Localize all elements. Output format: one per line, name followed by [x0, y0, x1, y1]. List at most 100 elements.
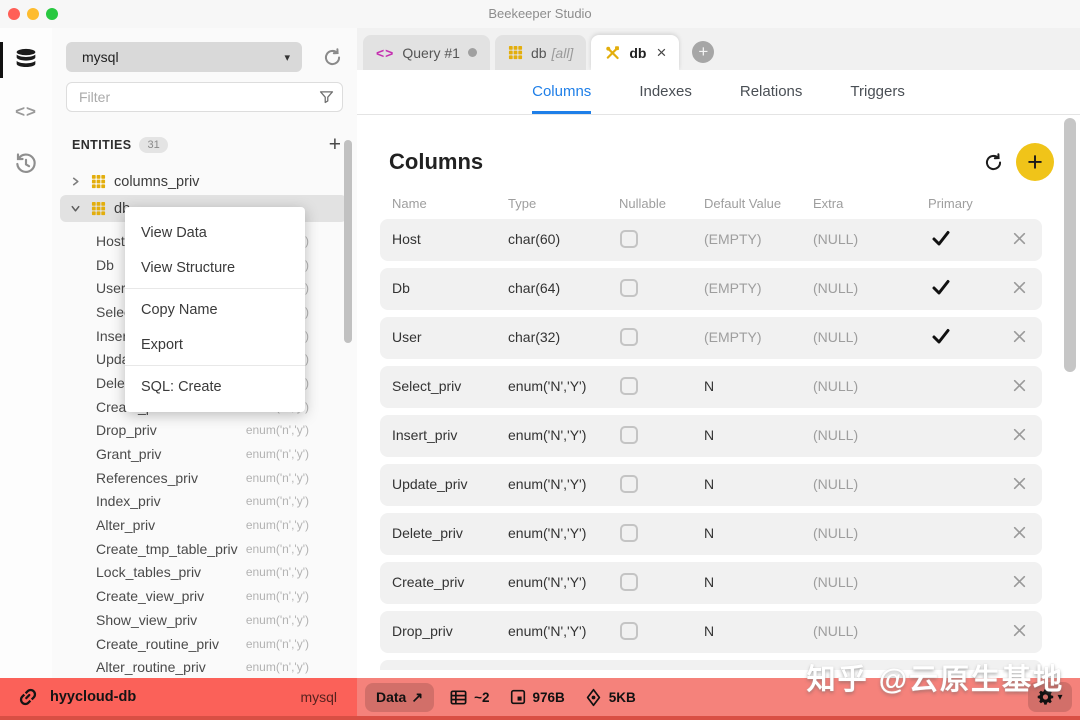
column-header-primary: Primary — [928, 196, 973, 211]
cell-type: char(60) — [508, 231, 561, 247]
subtab-indexes[interactable]: Indexes — [639, 70, 692, 114]
table-row: Insert_priv enum('N','Y') N (NULL) — [380, 415, 1042, 457]
context-menu-item-sql-create[interactable]: SQL: Create — [125, 369, 305, 404]
tab-db[interactable]: db × — [591, 35, 680, 70]
context-menu-item-view-data[interactable]: View Data — [125, 215, 305, 250]
sidebar-column-row[interactable]: Index_priv enum('n','y') — [52, 490, 357, 514]
remove-column-icon[interactable] — [1004, 476, 1034, 491]
nullable-checkbox[interactable] — [620, 328, 638, 346]
remove-column-icon[interactable] — [1004, 623, 1034, 638]
subtab-columns[interactable]: Columns — [532, 70, 592, 114]
primary-key-cell[interactable] — [926, 327, 956, 345]
column-type: enum('n','y') — [245, 636, 309, 651]
nullable-checkbox[interactable] — [620, 230, 638, 248]
nullable-checkbox[interactable] — [620, 524, 638, 542]
nullable-checkbox[interactable] — [620, 279, 638, 297]
filter-input[interactable] — [66, 82, 343, 112]
remove-column-icon[interactable] — [1004, 525, 1034, 540]
tab-label: Query #1 — [402, 44, 460, 61]
chevron-down-icon: ▾ — [284, 51, 290, 64]
add-entity-button[interactable]: + — [329, 134, 341, 155]
nullable-checkbox[interactable] — [620, 573, 638, 591]
cell-default-value: (EMPTY) — [704, 329, 762, 345]
table-row: User char(32) (EMPTY) (NULL) — [380, 317, 1042, 359]
tab-query-1[interactable]: <> Query #1 — [363, 35, 490, 70]
sidebar-column-row[interactable]: Create_tmp_table_priv enum('n','y') — [52, 537, 357, 561]
remove-column-icon[interactable] — [1004, 574, 1034, 589]
cell-extra: (NULL) — [813, 329, 859, 345]
subtab-relations[interactable]: Relations — [740, 70, 803, 114]
chevron-down-icon[interactable] — [70, 203, 81, 214]
remove-column-icon[interactable] — [1004, 378, 1034, 393]
external-arrow-icon: ↗ — [411, 688, 424, 705]
nullable-checkbox[interactable] — [620, 426, 638, 444]
view-data-button[interactable]: Data ↗ — [365, 682, 435, 712]
sidebar-column-row[interactable]: Create_routine_priv enum('n','y') — [52, 632, 357, 656]
remove-column-icon[interactable] — [1004, 280, 1034, 295]
column-name: Db — [96, 256, 114, 273]
new-tab-button[interactable]: + — [692, 41, 715, 63]
sidebar-column-row[interactable]: Create_view_priv enum('n','y') — [52, 584, 357, 608]
sidebar-scrollbar[interactable] — [344, 140, 352, 343]
nullable-checkbox[interactable] — [620, 622, 638, 640]
menu-divider — [125, 288, 305, 289]
sidebar-column-row[interactable]: References_priv enum('n','y') — [52, 466, 357, 490]
table-icon — [91, 174, 106, 189]
chevron-right-icon[interactable] — [70, 176, 81, 187]
cell-name: Create_priv — [392, 574, 465, 590]
nullable-checkbox[interactable] — [620, 475, 638, 493]
close-icon[interactable]: × — [656, 44, 666, 61]
sidebar-column-row[interactable]: Alter_routine_priv enum('n','y') — [52, 655, 357, 679]
primary-key-cell[interactable] — [926, 229, 956, 247]
cell-default-value: N — [704, 525, 715, 541]
sidebar-column-row[interactable]: Alter_priv enum('n','y') — [52, 513, 357, 537]
tab-bar: <> Query #1 db [all] db × + — [357, 28, 1080, 70]
column-name: Show_view_priv — [96, 611, 198, 628]
tab-db[interactable]: db [all] — [494, 35, 587, 70]
records-icon — [449, 688, 468, 707]
remove-column-icon[interactable] — [1004, 329, 1034, 344]
sidebar-column-row[interactable]: Lock_tables_priv enum('n','y') — [52, 561, 357, 585]
database-select-value: mysql — [82, 49, 119, 65]
remove-column-icon[interactable] — [1004, 427, 1034, 442]
remove-column-icon[interactable] — [1004, 231, 1034, 246]
tab-label: db — [629, 44, 647, 61]
nullable-checkbox[interactable] — [620, 377, 638, 395]
columns-panel: Columns + Name Type Nullable Default Value E… — [357, 114, 1080, 678]
table-icon — [91, 201, 106, 216]
refresh-entities-icon[interactable] — [322, 47, 343, 68]
add-column-button[interactable]: + — [1016, 143, 1054, 181]
connection-name: hyycloud-db — [50, 689, 137, 705]
cell-name: User — [392, 329, 422, 345]
context-menu-item-export[interactable]: Export — [125, 327, 305, 362]
chevron-down-icon: ▾ — [1057, 691, 1063, 703]
stat-index-size: 5KB — [584, 688, 636, 707]
context-menu-item-view-structure[interactable]: View Structure — [125, 250, 305, 285]
sidebar-column-row[interactable]: Show_view_priv enum('n','y') — [52, 608, 357, 632]
column-header-type: Type — [508, 196, 537, 211]
context-menu: View Data View Structure Copy Name Export SQ… — [125, 207, 305, 412]
rail-item-code[interactable]: <> — [0, 92, 52, 132]
entities-label: ENTITIES — [72, 138, 132, 152]
cell-default-value: N — [704, 427, 715, 443]
refresh-columns-icon[interactable] — [983, 152, 1004, 173]
database-select[interactable]: mysql ▾ — [66, 42, 302, 72]
context-menu-item-copy-name[interactable]: Copy Name — [125, 292, 305, 327]
settings-button[interactable]: ▾ — [1028, 682, 1072, 712]
cell-name: Insert_priv — [392, 427, 458, 443]
column-name: Create_tmp_table_priv — [96, 540, 238, 557]
link-icon — [16, 685, 40, 709]
column-name: User — [96, 280, 126, 297]
subtab-triggers[interactable]: Triggers — [850, 70, 904, 114]
column-name: Create_routine_priv — [96, 635, 219, 652]
funnel-icon[interactable] — [318, 88, 335, 110]
primary-key-cell[interactable] — [926, 278, 956, 296]
column-name: Alter_priv — [96, 517, 156, 534]
cell-default-value: N — [704, 378, 715, 394]
entity-row-columns_priv[interactable]: columns_priv — [52, 168, 357, 195]
rail-item-history[interactable] — [0, 144, 52, 184]
main-scrollbar[interactable] — [1064, 118, 1076, 372]
sidebar-column-row[interactable]: Grant_priv enum('n','y') — [52, 442, 357, 466]
sidebar-column-row[interactable]: Drop_priv enum('n','y') — [52, 419, 357, 443]
rail-item-database[interactable] — [0, 40, 52, 80]
